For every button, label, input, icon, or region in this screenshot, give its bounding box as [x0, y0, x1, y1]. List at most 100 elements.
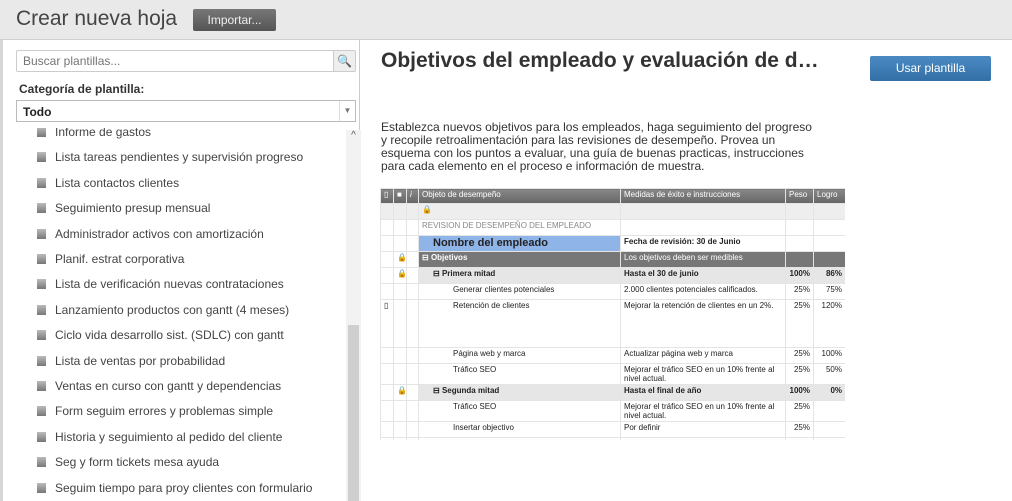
template-name: Lista de verificación nuevas contratacio…: [55, 277, 284, 292]
table-row: ▯ Retención de clientes Mejorar la retenci…: [380, 299, 845, 348]
template-list-item[interactable]: Ventas en curso con gantt y dependencias: [37, 376, 281, 396]
info-icon: i: [406, 188, 419, 204]
lock-icon: 🔒: [393, 251, 407, 268]
category-select[interactable]: Todo ▼: [16, 100, 356, 122]
achievement: 100%: [813, 347, 845, 364]
attachment-icon: ▯: [380, 299, 394, 348]
objective-name: Generar clientes potenciales: [418, 283, 621, 300]
table-row: Insertar objectivoPor definir25%: [380, 437, 845, 440]
template-list-item[interactable]: Lista de verificación nuevas contratacio…: [37, 274, 284, 294]
template-name: Historia y seguimiento al pedido del cli…: [55, 429, 283, 444]
sheet-icon: [37, 228, 46, 239]
table-row: Tráfico SEO Mejorar el tráfico SEO en un …: [380, 363, 845, 385]
employee-name: Nombre del empleado: [418, 235, 621, 252]
sheet-icon: [37, 482, 46, 493]
weight: 25%: [785, 347, 814, 364]
weight: 25%: [785, 283, 814, 300]
sheet-icon: [37, 330, 46, 341]
template-list-item[interactable]: Ciclo vida desarrollo sist. (SDLC) con g…: [37, 325, 284, 345]
template-list-item[interactable]: Lista contactos clientes: [37, 173, 179, 193]
achievement: [813, 421, 845, 438]
group-name: ⊟ Primera mitad: [418, 267, 621, 284]
sheet-icon: [37, 152, 46, 163]
table-row: Página web y marca Actualizar página web …: [380, 347, 845, 364]
scrollbar-thumb[interactable]: [348, 325, 359, 501]
objective-name: Insertar objectivo: [418, 421, 621, 438]
objective-name: Tráfico SEO: [418, 363, 621, 385]
col-header: Logro: [813, 188, 845, 204]
sheet-icon: [37, 457, 46, 468]
table-row: Generar clientes potenciales 2.000 client…: [380, 283, 845, 300]
lock-icon: 🔒: [393, 384, 407, 401]
category-value: Todo: [23, 105, 52, 119]
comment-icon: ■: [393, 188, 407, 204]
template-list-item[interactable]: Seguim tiempo para proy clientes con for…: [37, 478, 312, 498]
import-button[interactable]: Importar...: [193, 9, 276, 31]
template-list-item[interactable]: Planif. estrat corporativa: [37, 249, 184, 269]
search-icon[interactable]: 🔍: [333, 51, 355, 71]
review-date: Fecha de revisión: 30 de Junio: [620, 235, 786, 252]
review-title: REVISION DE DESEMPEÑO DEL EMPLEADO: [418, 219, 621, 236]
objective-name: Tráfico SEO: [418, 400, 621, 422]
template-list-item[interactable]: Administrador activos con amortización: [37, 224, 264, 244]
chevron-down-icon[interactable]: ▼: [339, 101, 355, 121]
sheet-icon: [37, 177, 46, 188]
weight: 100%: [785, 384, 814, 401]
table-row: 🔒 ⊟ Segunda mitad Hasta el final de año 100…: [380, 384, 845, 401]
weight: 100%: [785, 267, 814, 284]
template-list-item[interactable]: Seg y form tickets mesa ayuda: [37, 452, 219, 472]
achievement: 75%: [813, 283, 845, 300]
table-row: Insertar objectivoPor definir25%: [380, 421, 845, 438]
template-list-item[interactable]: Lista de ventas por probabilidad: [37, 351, 225, 371]
objective-desc: Actualizar página web y marca: [620, 347, 786, 364]
template-name: Lista contactos clientes: [55, 175, 180, 190]
template-list-item[interactable]: Lista tareas pendientes y supervisión pr…: [37, 147, 303, 167]
objective-desc: 2.000 clientes potenciales calificados.: [620, 283, 786, 300]
template-name: Lista de ventas por probabilidad: [55, 353, 226, 368]
template-name: Lista tareas pendientes y supervisión pr…: [55, 150, 304, 165]
sheet-icon: [37, 355, 46, 366]
achievement: 120%: [813, 299, 845, 348]
col-header: Objeto de desempeño: [418, 188, 621, 204]
objective-desc: Mejorar la retención de clientes en un 2…: [620, 299, 786, 348]
weight: 25%: [785, 437, 814, 440]
weight: 25%: [785, 299, 814, 348]
template-list-item[interactable]: Lanzamiento productos con gantt (4 meses…: [37, 300, 289, 320]
sheet-icon: [37, 431, 46, 442]
template-list-item[interactable]: Informe de gastos: [37, 128, 151, 142]
col-header: Medidas de éxito e instrucciones: [620, 188, 786, 204]
objective-name: Retención de clientes: [418, 299, 621, 348]
header: Crear nueva hoja Importar...: [0, 0, 1012, 40]
paperclip-icon: ▯: [380, 188, 394, 204]
template-name: Lanzamiento productos con gantt (4 meses…: [55, 302, 290, 317]
objective-desc: Por definir: [620, 421, 786, 438]
objective-desc: Hasta el final de año: [620, 384, 786, 401]
template-name: Seguimiento presup mensual: [55, 201, 211, 216]
objective-name: Insertar objectivo: [418, 437, 621, 440]
objective-name: Página web y marca: [418, 347, 621, 364]
scrollbar[interactable]: ^: [346, 130, 361, 501]
template-sidebar: 🔍 Categoría de plantilla: Todo ▼ Informe …: [0, 40, 361, 501]
search-input[interactable]: [16, 50, 356, 72]
table-row: 🔒 ⊟ Primera mitad Hasta el 30 de junio 100%…: [380, 267, 845, 284]
template-list-item[interactable]: Form seguim errores y problemas simple: [37, 401, 273, 421]
template-name: Ciclo vida desarrollo sist. (SDLC) con g…: [55, 328, 284, 343]
weight: 25%: [785, 363, 814, 385]
template-list-item[interactable]: Historia y seguimiento al pedido del cli…: [37, 427, 282, 447]
achievement: 50%: [813, 363, 845, 385]
sheet-icon: [37, 128, 46, 137]
objective-desc: Mejorar el tráfico SEO en un 10% frente …: [620, 363, 786, 385]
template-list-item[interactable]: Seguimiento presup mensual: [37, 198, 210, 218]
template-name: Administrador activos con amortización: [55, 226, 264, 241]
page-title: Crear nueva hoja: [16, 7, 178, 30]
template-preview-image: ▯ ■ i Objeto de desempeño Medidas de éxito e…: [380, 188, 845, 440]
use-template-button[interactable]: Usar plantilla: [870, 56, 991, 81]
achievement: 0%: [813, 384, 845, 401]
sheet-icon: [37, 203, 46, 214]
weight: 25%: [785, 421, 814, 438]
template-name: Planif. estrat corporativa: [55, 252, 185, 266]
chevron-up-icon[interactable]: ^: [346, 130, 361, 141]
objective-desc: Hasta el 30 de junio: [620, 267, 786, 284]
sheet-icon: [37, 381, 46, 391]
table-row: Tráfico SEO Mejorar el tráfico SEO en un …: [380, 400, 845, 422]
